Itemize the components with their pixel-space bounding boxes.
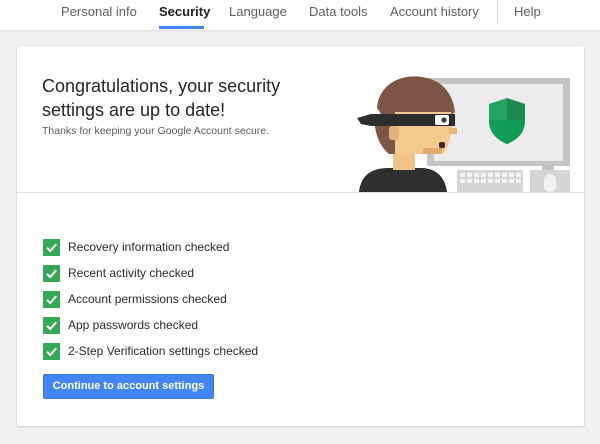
tab-account-history[interactable]: Account history [390, 0, 479, 30]
checkmark-icon [43, 290, 60, 308]
tab-personal-info[interactable]: Personal info [61, 0, 137, 30]
security-checklist: Recovery information checked Recent acti… [43, 234, 258, 364]
checklist-label: Account permissions checked [68, 292, 227, 306]
tab-data-tools[interactable]: Data tools [309, 0, 368, 30]
page-title: Congratulations, your security settings … [42, 76, 281, 120]
help-link[interactable]: Help [514, 0, 541, 30]
checklist-item-app-passwords: App passwords checked [43, 312, 258, 338]
checkmark-icon [43, 316, 60, 334]
checkmark-icon [43, 264, 60, 282]
checklist-label: Recent activity checked [68, 266, 195, 280]
checklist-item-2-step-verification: 2-Step Verification settings checked [43, 338, 258, 364]
checklist-item-recovery: Recovery information checked [43, 234, 258, 260]
active-tab-indicator [159, 26, 204, 29]
security-checkup-card: Congratulations, your security settings … [17, 46, 584, 426]
security-illustration [357, 76, 570, 192]
checkmark-icon [43, 238, 60, 256]
checklist-item-account-permissions: Account permissions checked [43, 286, 258, 312]
checklist-label: 2-Step Verification settings checked [68, 344, 259, 358]
page-subtitle: Thanks for keeping your Google Account s… [42, 125, 270, 137]
checklist-item-recent-activity: Recent activity checked [43, 260, 258, 286]
keyboard-icon [457, 170, 523, 192]
checkmark-icon [43, 342, 60, 360]
tab-language[interactable]: Language [229, 0, 287, 30]
mouse-icon [530, 170, 570, 192]
card-divider [17, 192, 584, 193]
checklist-label: Recovery information checked [68, 240, 230, 254]
masked-person-icon [357, 76, 457, 192]
top-navigation: Personal info Security Language Data too… [0, 0, 600, 30]
checklist-label: App passwords checked [68, 318, 199, 332]
nav-divider [497, 0, 498, 24]
card-header: Congratulations, your security settings … [17, 46, 584, 192]
continue-to-account-settings-button[interactable]: Continue to account settings [43, 374, 214, 399]
